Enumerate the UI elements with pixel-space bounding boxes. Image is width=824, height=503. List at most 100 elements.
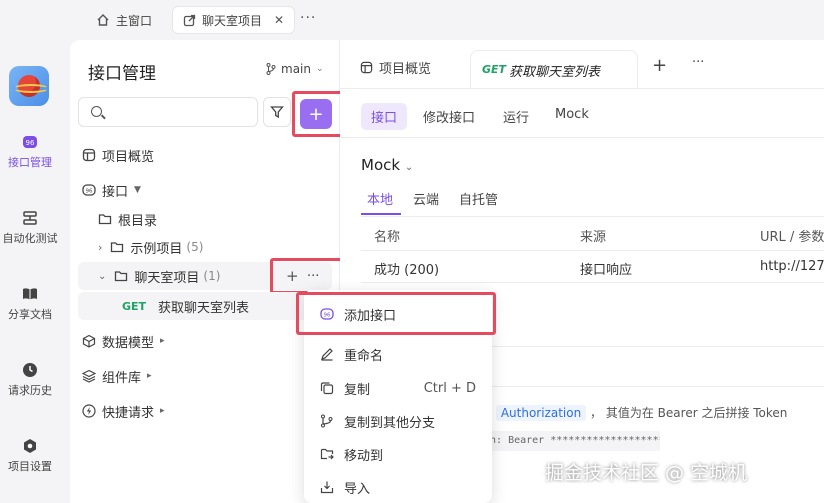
mock-section-title[interactable]: Mock ⌄ [361, 156, 413, 174]
folder-root-icon [98, 214, 112, 225]
rail-item-share-docs[interactable]: 分享文档 [0, 286, 60, 322]
api-icon: 96 [82, 184, 96, 196]
tab-label: 项目概览 [379, 62, 432, 77]
window-tab-chatroom[interactable]: 聊天室项目 ✕ [172, 6, 296, 34]
table-cell-source: 接口响应 [580, 263, 633, 278]
overview-icon [82, 148, 96, 162]
menu-item-rename[interactable]: 重命名 [304, 338, 492, 370]
tab-project-overview[interactable]: 项目概览 [360, 58, 431, 77]
folder-icon [111, 242, 124, 253]
chevron-down-icon[interactable]: ⌄ [98, 271, 106, 282]
method-badge: GET [122, 299, 147, 313]
menu-item-add-api[interactable]: 96 添加接口 [304, 298, 492, 330]
cube-icon [82, 334, 96, 348]
rail-item-api-management[interactable]: 96 接口管理 [0, 134, 60, 170]
tree-label: 组件库 [102, 370, 142, 386]
tree-item-sample[interactable]: › 示例项目 (5) [98, 233, 368, 261]
filter-icon [270, 106, 284, 119]
menu-label: 重命名 [344, 348, 384, 364]
api-icon: 96 [320, 308, 334, 320]
tree-count: (5) [186, 240, 204, 254]
row-more-button[interactable]: ··· [307, 269, 319, 284]
menu-label: 移动到 [344, 448, 384, 464]
caret-right-icon: ▸ [147, 371, 152, 381]
menu-item-copy[interactable]: 复制 Ctrl + D [304, 372, 492, 404]
window-tab-label: 主窗口 [116, 13, 153, 28]
new-tab-button[interactable]: + [652, 55, 667, 76]
table-header-source: 来源 [580, 230, 607, 245]
left-rail: 96 接口管理 自动化测试 分享文档 请求历史 项目设置 [0, 40, 70, 503]
mock-tab-local[interactable]: 本地 [367, 189, 393, 208]
subnav-edit-api[interactable]: 修改接口 [413, 103, 485, 130]
overview-icon [360, 61, 373, 74]
add-button[interactable]: + [300, 99, 332, 129]
active-tab-underline [361, 213, 401, 215]
filter-button[interactable] [263, 97, 291, 127]
tab-label: 获取聊天室列表 [509, 65, 601, 80]
menu-item-copy-to-branch[interactable]: 复制到其他分支 [304, 405, 492, 437]
menu-label: 复制到其他分支 [344, 415, 436, 431]
subnav-run[interactable]: 运行 [493, 103, 539, 130]
mock-tab-selfhosted[interactable]: 自托管 [459, 189, 498, 208]
lightning-icon [82, 404, 96, 418]
rail-item-automation[interactable]: 自动化测试 [0, 210, 60, 246]
chevron-down-icon: ⌄ [404, 162, 414, 173]
tree-label: 聊天室项目 [134, 270, 200, 286]
svg-text:96: 96 [86, 189, 93, 195]
layers-icon [82, 369, 96, 383]
rail-item-settings[interactable]: 项目设置 [0, 438, 60, 474]
tree-item-root[interactable]: 根目录 [98, 205, 368, 233]
tab-get-chatroom-list[interactable]: GET 获取聊天室列表 [470, 50, 638, 88]
watermark-text: 掘金技术社区 @ 空城机 [545, 462, 748, 484]
table-cell-url[interactable]: http://127. [760, 259, 824, 274]
window-tab-bar: 主窗口 聊天室项目 ✕ ··· [0, 0, 824, 40]
tree-item-overview[interactable]: 项目概览 [82, 141, 352, 169]
api-sidebar: 接口管理 main ⌄ + 项目概览 96 接口 ▼ 根目录 › 示例项目 (5… [70, 40, 346, 503]
chevron-down-icon: ⌄ [315, 64, 324, 74]
menu-label: 导入 [344, 481, 371, 497]
tree-label: 快捷请求 [102, 405, 155, 421]
close-icon[interactable]: ✕ [274, 13, 284, 27]
svg-text:96: 96 [324, 313, 331, 319]
branch-selector[interactable]: main ⌄ [266, 62, 324, 76]
tab-more-button[interactable]: ··· [692, 55, 704, 70]
menu-item-move-to[interactable]: 移动到 [304, 438, 492, 470]
row-add-button[interactable]: + [286, 267, 299, 285]
branch-name: main [281, 62, 311, 76]
auth-description: 效 Authorization ， 其值为在 Bearer 之后拼接 Token [480, 404, 787, 421]
caret-down-icon: ▼ [134, 185, 141, 195]
rail-item-history[interactable]: 请求历史 [0, 362, 60, 398]
table-header-name: 名称 [374, 230, 401, 245]
search-icon [91, 106, 102, 117]
menu-label: 添加接口 [344, 308, 397, 324]
tree-label: 获取聊天室列表 [158, 300, 250, 316]
tree-item-endpoint[interactable]: GET 获取聊天室列表 [78, 292, 332, 320]
search-input[interactable] [78, 97, 258, 127]
tree-label: 示例项目 [130, 241, 183, 257]
menu-item-import[interactable]: 导入 [304, 471, 492, 503]
branch-icon [266, 63, 276, 75]
window-tab-home[interactable]: 主窗口 [86, 6, 162, 34]
book-icon [23, 288, 37, 300]
subnav-mock[interactable]: Mock [545, 103, 599, 126]
rail-label: 请求历史 [8, 384, 52, 397]
tree-item-chatroom[interactable]: ⌄ 聊天室项目 (1) + ··· [78, 262, 332, 290]
window-more-button[interactable]: ··· [300, 10, 316, 26]
folder-open-icon [115, 271, 128, 282]
mock-tab-cloud[interactable]: 云端 [413, 189, 439, 208]
clock-icon [23, 363, 37, 377]
subnav-api[interactable]: 接口 [361, 103, 408, 130]
svg-text:96: 96 [26, 139, 35, 147]
method-badge: GET [482, 63, 507, 76]
window-tab-label: 聊天室项目 [202, 13, 263, 28]
tree-item-api[interactable]: 96 接口 ▼ [82, 176, 352, 204]
home-icon [97, 14, 109, 26]
chevron-right-icon[interactable]: › [98, 241, 102, 254]
tree-label: 项目概览 [102, 149, 155, 165]
pencil-icon [321, 348, 333, 361]
menu-shortcut: Ctrl + D [423, 380, 476, 396]
tree-label: 根目录 [118, 213, 158, 229]
rail-label: 接口管理 [8, 156, 52, 169]
code-snippet: on: Bearer ******************** [480, 431, 660, 451]
folder-move-icon [320, 448, 334, 460]
